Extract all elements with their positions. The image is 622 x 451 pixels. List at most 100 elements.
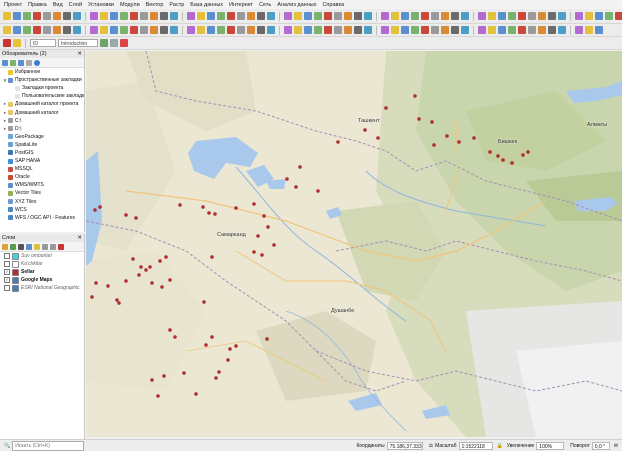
tool-icon[interactable] bbox=[110, 26, 118, 34]
sellar-point[interactable] bbox=[158, 259, 162, 263]
tool-icon[interactable] bbox=[197, 12, 205, 20]
sellar-point[interactable] bbox=[164, 255, 168, 259]
sellar-point[interactable] bbox=[256, 234, 260, 238]
tool-icon[interactable] bbox=[441, 12, 449, 20]
tool-icon[interactable] bbox=[160, 12, 168, 20]
collapse-icon[interactable] bbox=[26, 59, 32, 66]
sellar-point[interactable] bbox=[201, 205, 205, 209]
browser-item[interactable]: WCS bbox=[0, 206, 84, 214]
tool-icon[interactable] bbox=[43, 26, 51, 34]
tool-icon[interactable] bbox=[411, 12, 419, 20]
tool-icon[interactable] bbox=[237, 12, 245, 20]
sellar-point[interactable] bbox=[488, 150, 492, 154]
menu-item[interactable]: Вектор bbox=[146, 2, 164, 8]
tool-icon[interactable] bbox=[63, 12, 71, 20]
expression-filter-icon[interactable] bbox=[34, 243, 40, 250]
tool-icon[interactable] bbox=[197, 26, 205, 34]
sellar-point[interactable] bbox=[168, 278, 172, 282]
tool-icon[interactable] bbox=[528, 12, 536, 20]
browser-item[interactable]: ▸ Домашний каталог проекта bbox=[0, 100, 84, 108]
tool-icon[interactable] bbox=[237, 26, 245, 34]
tool-icon[interactable] bbox=[391, 12, 399, 20]
sellar-point[interactable] bbox=[228, 347, 232, 351]
panel-close-icon[interactable]: ✕ bbox=[77, 234, 82, 242]
sellar-point[interactable] bbox=[413, 94, 417, 98]
sellar-point[interactable] bbox=[496, 154, 500, 158]
tool-icon[interactable] bbox=[401, 26, 409, 34]
tool-icon[interactable] bbox=[391, 26, 399, 34]
tool-icon[interactable] bbox=[294, 12, 302, 20]
tool-icon[interactable] bbox=[63, 26, 71, 34]
add-group-icon[interactable] bbox=[10, 243, 16, 250]
browser-item[interactable]: PostGIS bbox=[0, 149, 84, 157]
tool-icon[interactable] bbox=[585, 26, 593, 34]
sellar-point[interactable] bbox=[376, 136, 380, 140]
tool-icon[interactable] bbox=[140, 12, 148, 20]
tool-icon[interactable] bbox=[381, 12, 389, 20]
sellar-point[interactable] bbox=[150, 378, 154, 382]
tool-icon[interactable] bbox=[227, 12, 235, 20]
layer-visibility-checkbox[interactable] bbox=[4, 261, 10, 268]
messages-icon[interactable]: ✉ bbox=[614, 443, 618, 449]
sellar-point[interactable] bbox=[262, 214, 266, 218]
tool-icon[interactable] bbox=[401, 12, 409, 20]
scale-field[interactable]: 1:1522118 bbox=[458, 441, 493, 450]
tool-icon[interactable] bbox=[187, 26, 195, 34]
sellar-point[interactable] bbox=[150, 281, 154, 285]
sellar-point[interactable] bbox=[234, 344, 238, 348]
menu-item[interactable]: Вид bbox=[53, 2, 63, 8]
tool-icon[interactable] bbox=[364, 12, 372, 20]
sellar-point[interactable] bbox=[115, 298, 119, 302]
tool-icon[interactable] bbox=[461, 12, 469, 20]
tool-icon[interactable] bbox=[354, 12, 362, 20]
tool-icon[interactable] bbox=[548, 26, 556, 34]
browser-item[interactable]: MSSQL bbox=[0, 165, 84, 173]
tool-icon[interactable] bbox=[595, 12, 603, 20]
tool-icon[interactable] bbox=[431, 12, 439, 20]
locator-search-input[interactable] bbox=[12, 440, 85, 451]
eye-icon[interactable] bbox=[18, 243, 24, 250]
tool-icon[interactable] bbox=[120, 26, 128, 34]
sellar-point[interactable] bbox=[294, 185, 298, 189]
tool-icon[interactable] bbox=[33, 26, 41, 34]
sellar-point[interactable] bbox=[93, 208, 97, 212]
tool-icon[interactable] bbox=[227, 26, 235, 34]
browser-item[interactable]: Vector Tiles bbox=[0, 189, 84, 197]
menu-item[interactable]: Модули bbox=[120, 2, 140, 8]
select-icon[interactable] bbox=[13, 39, 21, 47]
tool-icon[interactable] bbox=[130, 12, 138, 20]
sellar-point[interactable] bbox=[117, 301, 121, 305]
lock-icon[interactable]: 🔒 bbox=[497, 443, 503, 449]
tool-icon[interactable] bbox=[508, 12, 516, 20]
sellar-point[interactable] bbox=[124, 213, 128, 217]
menu-item[interactable]: Установки bbox=[88, 2, 114, 8]
sellar-point[interactable] bbox=[472, 136, 476, 140]
sellar-point[interactable] bbox=[204, 343, 208, 347]
sellar-point[interactable] bbox=[521, 153, 525, 157]
sellar-point[interactable] bbox=[94, 281, 98, 285]
expression-combo[interactable]: Introduction bbox=[58, 39, 98, 47]
tool-icon[interactable] bbox=[110, 12, 118, 20]
tool-icon[interactable] bbox=[257, 12, 265, 20]
collapse-all-icon[interactable] bbox=[50, 243, 56, 250]
browser-item[interactable]: ▸ D:\ bbox=[0, 125, 84, 133]
tool-icon[interactable] bbox=[53, 12, 61, 20]
tool-icon[interactable] bbox=[150, 12, 158, 20]
sellar-point[interactable] bbox=[316, 189, 320, 193]
refresh-icon[interactable] bbox=[2, 59, 8, 66]
layer-item[interactable]: Ko'chkilar bbox=[0, 260, 84, 268]
tool-icon[interactable] bbox=[595, 26, 603, 34]
menu-item[interactable]: Интернет bbox=[229, 2, 253, 8]
tool-icon[interactable] bbox=[575, 12, 583, 20]
tool-icon[interactable] bbox=[451, 26, 459, 34]
sellar-point[interactable] bbox=[457, 140, 461, 144]
menu-item[interactable]: Слой bbox=[69, 2, 82, 8]
sellar-point[interactable] bbox=[162, 374, 166, 378]
browser-item[interactable]: GeoPackage bbox=[0, 133, 84, 141]
tool-icon[interactable] bbox=[247, 26, 255, 34]
tool-icon[interactable] bbox=[90, 26, 98, 34]
tool-icon[interactable] bbox=[3, 12, 11, 20]
tool-icon[interactable] bbox=[73, 12, 81, 20]
remove-layer-icon[interactable] bbox=[58, 243, 64, 250]
flash-feature-icon[interactable] bbox=[120, 39, 128, 47]
